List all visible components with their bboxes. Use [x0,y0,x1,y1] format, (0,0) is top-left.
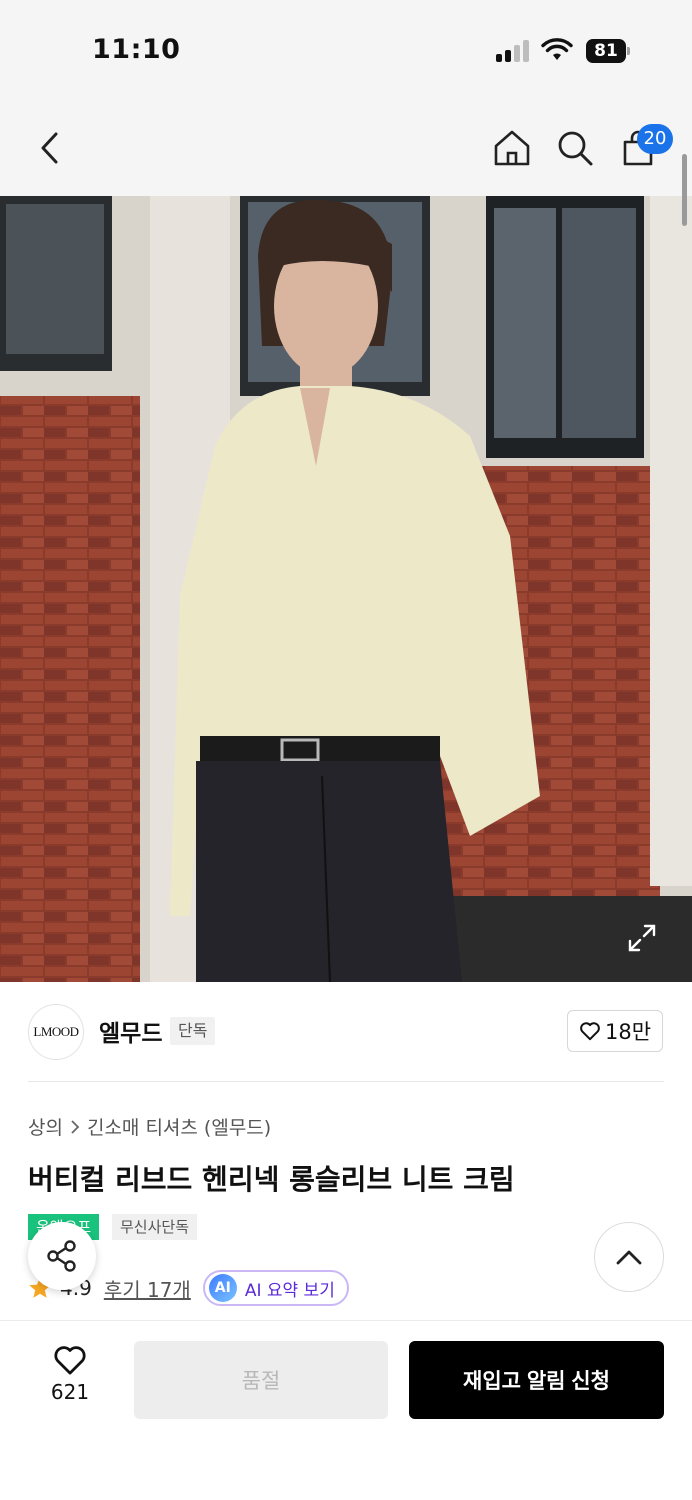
ai-summary-label: AI 요약 보기 [244,1280,335,1301]
heart-icon [580,1022,600,1041]
home-icon[interactable] [490,126,534,170]
scroll-top-button[interactable] [594,1222,664,1292]
exclusive-tag: 단독 [170,1017,216,1045]
status-time: 11:10 [92,34,181,65]
brand-name[interactable]: 엘무드 [99,1014,162,1048]
share-button[interactable] [28,1222,96,1290]
battery-level: 81 [586,39,626,63]
status-bar: 11:10 81 [0,0,692,100]
ai-icon: AI [208,1274,237,1302]
share-icon [47,1240,76,1272]
brand-like-count: 18만 [604,1020,652,1044]
product-title: 버티컬 리브드 헨리넥 롱슬리브 니트 크림 [28,1163,515,1196]
search-icon[interactable] [553,126,597,170]
chevron-up-icon [616,1250,642,1265]
chevron-right-icon [71,1119,80,1134]
brand-logo[interactable]: LMOOD [28,1004,84,1060]
battery-icon: 81 [586,39,630,63]
breadcrumb-subcategory[interactable]: 긴소매 티셔츠 (엘무드) [87,1113,271,1140]
cart-count-badge: 20 [637,124,673,154]
brand-like-button[interactable]: 18만 [567,1010,663,1052]
wishlist-button[interactable]: 621 [30,1344,110,1414]
scrollbar[interactable] [682,154,687,226]
divider [28,1081,664,1082]
review-link[interactable]: 후기 17개 [104,1274,191,1303]
nav-bar [0,100,692,196]
product-image[interactable] [0,196,692,982]
breadcrumb: 상의 긴소매 티셔츠 (엘무드) [28,1113,271,1140]
cellular-signal-icon [496,40,532,62]
expand-icon[interactable] [626,922,658,954]
exclusive-badge: 무신사단독 [112,1214,198,1240]
wifi-icon [541,38,573,60]
back-arrow-icon[interactable] [28,126,72,170]
wishlist-count: 621 [50,1380,90,1404]
breadcrumb-category[interactable]: 상의 [28,1113,63,1140]
restock-alert-button[interactable]: 재입고 알림 신청 [409,1341,664,1419]
product-photo-illustration [0,196,692,982]
soldout-button[interactable]: 품절 [134,1341,388,1419]
ai-summary-button[interactable]: AI AI 요약 보기 [202,1270,349,1306]
heart-icon [54,1346,86,1375]
